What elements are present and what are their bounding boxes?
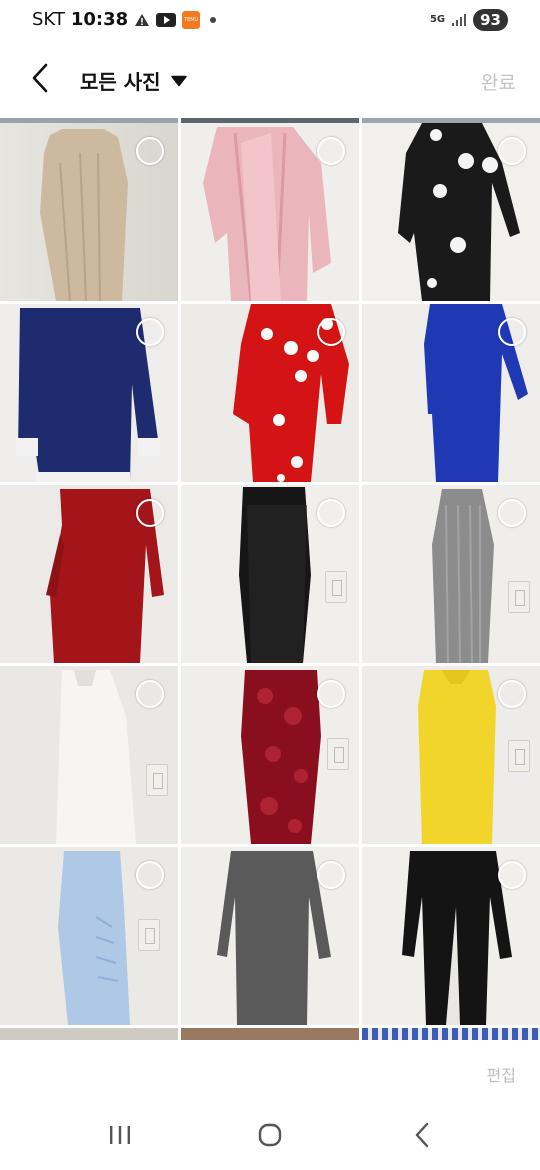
battery-level: 93 [473, 9, 508, 31]
home-icon [257, 1122, 283, 1152]
page-title: 모든 사진 [80, 70, 161, 94]
light-switch [327, 738, 349, 770]
status-right: 5G 93 [430, 9, 508, 31]
header: 모든 사진 완료 [0, 50, 540, 114]
recents-icon [108, 1124, 132, 1150]
carrier-label: SKT [32, 9, 65, 30]
warning-icon [134, 13, 150, 27]
select-circle[interactable] [136, 318, 164, 346]
temu-label: TEMU [184, 16, 199, 23]
photo-black-flower-dress[interactable] [362, 123, 540, 301]
photo-blue-longsleeve-dress[interactable] [362, 304, 540, 482]
select-circle[interactable] [317, 499, 345, 527]
select-circle[interactable] [317, 861, 345, 889]
light-switch [508, 740, 530, 772]
signal-icon [451, 13, 467, 27]
photo-navy-longsleeve-dress[interactable] [0, 304, 178, 482]
light-switch [508, 581, 530, 613]
photo-burgundy-velvet-dress[interactable] [181, 666, 359, 844]
select-circle[interactable] [498, 861, 526, 889]
select-circle[interactable] [136, 499, 164, 527]
photo-yellow-dress[interactable] [362, 666, 540, 844]
select-circle[interactable] [498, 680, 526, 708]
temu-icon: TEMU [182, 10, 201, 29]
photo-white-sleeveless-dress[interactable] [0, 666, 178, 844]
status-left: SKT 10:38 TEMU [32, 9, 217, 30]
photo-pink-cardigan-dress[interactable] [181, 123, 359, 301]
light-switch [325, 571, 347, 603]
select-circle[interactable] [498, 499, 526, 527]
light-switch [146, 764, 168, 796]
status-bar: SKT 10:38 TEMU 5G 93 [0, 0, 540, 44]
photo-gray-longsleeve-dress[interactable] [181, 847, 359, 1025]
photo-partial-2[interactable] [181, 1028, 359, 1040]
photo-grid [0, 118, 540, 1040]
back-button[interactable] [24, 62, 56, 98]
light-switch [138, 919, 160, 951]
select-circle[interactable] [317, 318, 345, 346]
photo-black-slit-dress[interactable] [362, 847, 540, 1025]
select-circle[interactable] [317, 680, 345, 708]
network-label: 5G [429, 14, 446, 25]
back-icon [413, 1122, 431, 1152]
select-circle[interactable] [136, 861, 164, 889]
system-nav-bar [0, 1100, 540, 1170]
photo-red-flower-dress[interactable] [181, 304, 359, 482]
select-circle[interactable] [136, 137, 164, 165]
dot-icon [210, 16, 217, 23]
select-circle[interactable] [498, 137, 526, 165]
home-button[interactable] [250, 1122, 290, 1152]
select-circle[interactable] [136, 680, 164, 708]
photo-partial-1[interactable] [0, 1028, 178, 1040]
photo-black-mesh-dress[interactable] [181, 485, 359, 663]
done-button[interactable]: 완료 [481, 68, 516, 95]
youtube-icon [156, 12, 177, 27]
select-circle[interactable] [498, 318, 526, 346]
photo-beige-sleeveless-dress[interactable] [0, 123, 178, 301]
clock: 10:38 [70, 9, 129, 30]
photo-red-longsleeve-dress[interactable] [0, 485, 178, 663]
photo-lightblue-ruched-dress[interactable] [0, 847, 178, 1025]
photo-gray-knit-dress[interactable] [362, 485, 540, 663]
photo-partial-3[interactable] [362, 1028, 540, 1040]
album-selector[interactable]: 모든 사진 [80, 66, 187, 95]
edit-button[interactable]: 편집 [487, 1062, 516, 1086]
caret-down-icon [170, 75, 187, 87]
back-nav-button[interactable] [402, 1122, 442, 1152]
recents-button[interactable] [100, 1122, 140, 1152]
chevron-left-icon [30, 63, 50, 97]
select-circle[interactable] [317, 137, 345, 165]
